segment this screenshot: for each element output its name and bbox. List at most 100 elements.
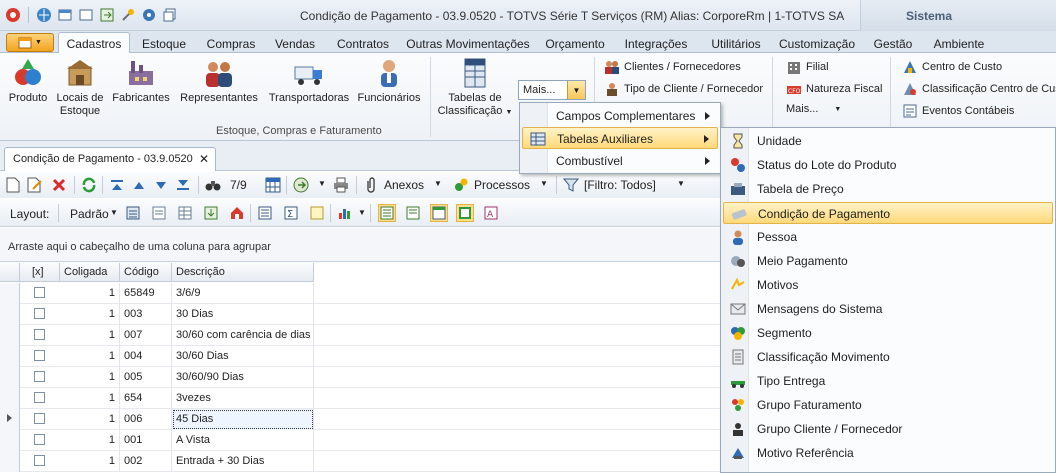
row-indicator[interactable] [0, 346, 20, 367]
table-row[interactable]: 1 003 30 Dias [0, 304, 720, 325]
close-icon[interactable]: ✕ [199, 152, 209, 166]
mais-combo[interactable]: Mais... ▼ [518, 80, 586, 100]
cell-descricao[interactable]: 30/60/90 Dias [172, 367, 314, 388]
tab-utilitarios[interactable]: Utilitários [702, 34, 770, 53]
column-header-descricao[interactable]: Descrição [172, 263, 314, 282]
table-row-selected[interactable]: 1 006 45 Dias [0, 409, 720, 430]
application-menu-button[interactable]: ▼ [6, 33, 54, 52]
row-indicator[interactable] [0, 451, 20, 472]
delete-icon[interactable] [50, 176, 68, 194]
cell-descricao[interactable]: 3/6/9 [172, 283, 314, 304]
row-indicator[interactable] [0, 283, 20, 304]
menu-item-unidade[interactable]: Unidade [723, 130, 1053, 152]
menu-item-tabela-preco[interactable]: Tabela de Preço [723, 178, 1053, 200]
layout-select[interactable]: Padrão [70, 207, 109, 221]
table-row[interactable]: 1 002 Entrada + 30 Dias [0, 451, 720, 472]
cell-coligada[interactable]: 1 [60, 388, 120, 409]
sum-icon[interactable]: Σ [282, 204, 300, 222]
cell-coligada[interactable]: 1 [60, 409, 120, 430]
edit-record-icon[interactable] [26, 176, 44, 194]
view-grid-icon[interactable] [378, 204, 396, 222]
cell-coligada[interactable]: 1 [60, 283, 120, 304]
app-logo-icon[interactable] [4, 6, 22, 24]
menu-item-motivos[interactable]: Motivos [723, 274, 1053, 296]
cell-coligada[interactable]: 1 [60, 430, 120, 451]
binoculars-icon[interactable] [204, 176, 222, 194]
cell-codigo[interactable]: 006 [120, 409, 172, 430]
mais-small-button[interactable]: Mais... ▼ [786, 103, 841, 115]
row-checkbox[interactable] [34, 329, 45, 340]
chevron-down-icon[interactable]: ▼ [318, 179, 326, 188]
anexos-button[interactable]: Anexos [384, 178, 424, 192]
cell-descricao[interactable]: 30/60 Dias [172, 346, 314, 367]
menu-item-motivo-referencia[interactable]: Motivo Referência [723, 442, 1053, 464]
cell-coligada[interactable]: 1 [60, 325, 120, 346]
tab-vendas[interactable]: Vendas [268, 34, 322, 53]
menu-item-classificacao-movimento[interactable]: Classificação Movimento [723, 346, 1053, 368]
row-checkbox[interactable] [34, 455, 45, 466]
document-tab[interactable]: Condição de Pagamento - 03.9.0520 ✕ [4, 147, 216, 171]
representantes-button[interactable]: Representantes [178, 57, 260, 105]
cell-codigo[interactable]: 002 [120, 451, 172, 472]
cell-coligada[interactable]: 1 [60, 367, 120, 388]
refresh-icon[interactable] [80, 176, 98, 194]
transportadoras-button[interactable]: Transportadoras [266, 57, 352, 105]
print-icon[interactable] [332, 176, 350, 194]
row-checkbox[interactable] [34, 413, 45, 424]
cell-descricao[interactable]: A Vista [172, 430, 314, 451]
eventos-contabeis-button[interactable]: Eventos Contábeis [902, 103, 1014, 119]
classificacao-centro-custo-button[interactable]: Classificação Centro de Cus [902, 81, 1056, 97]
centro-custo-button[interactable]: Centro de Custo [902, 59, 1002, 75]
cell-codigo[interactable]: 004 [120, 346, 172, 367]
menu-item-mensagens-sistema[interactable]: Mensagens do Sistema [723, 298, 1053, 320]
calendar-grid-icon[interactable] [264, 176, 282, 194]
view-split-icon[interactable] [456, 204, 474, 222]
row-checkbox[interactable] [34, 434, 45, 445]
tab-cadastros[interactable]: Cadastros [58, 32, 130, 54]
view-list-icon[interactable] [404, 204, 422, 222]
export-icon[interactable] [98, 6, 116, 24]
cell-codigo[interactable]: 003 [120, 304, 172, 325]
chart-icon[interactable] [336, 204, 354, 222]
clientes-fornecedores-button[interactable]: Clientes / Fornecedores [604, 59, 741, 75]
layout-home-icon[interactable] [228, 204, 246, 222]
row-checkbox[interactable] [34, 392, 45, 403]
chevron-down-icon[interactable]: ▼ [567, 81, 585, 99]
processos-button[interactable]: Processos [474, 178, 530, 192]
menu-item-campos-complementares[interactable]: Campos Complementares [522, 105, 718, 127]
globe-icon[interactable] [35, 6, 53, 24]
tab-estoque[interactable]: Estoque [135, 34, 193, 53]
table-row[interactable]: 1 65849 3/6/9 [0, 283, 720, 304]
menu-item-tabelas-auxiliares[interactable]: Tabelas Auxiliares [522, 127, 718, 149]
tools-icon[interactable] [119, 6, 137, 24]
filial-button[interactable]: Filial [786, 59, 829, 75]
cell-codigo[interactable]: 005 [120, 367, 172, 388]
previous-record-icon[interactable] [130, 176, 148, 194]
cell-descricao[interactable]: 45 Dias [172, 409, 314, 430]
chevron-down-icon[interactable]: ▼ [540, 179, 548, 188]
cell-codigo[interactable]: 007 [120, 325, 172, 346]
new-record-icon[interactable] [4, 176, 22, 194]
layout-import-icon[interactable] [202, 204, 220, 222]
table-row[interactable]: 1 654 3vezes [0, 388, 720, 409]
layout-save-icon[interactable] [124, 204, 142, 222]
cell-codigo[interactable]: 65849 [120, 283, 172, 304]
menu-item-tipo-entrega[interactable]: Tipo Entrega [723, 370, 1053, 392]
column-header-codigo[interactable]: Código [120, 263, 172, 282]
tabelas-classificacao-button[interactable]: Tabelas de Classificação ▼ [436, 57, 514, 119]
table-row[interactable]: 1 007 30/60 com carência de dias [0, 325, 720, 346]
cell-codigo[interactable]: 001 [120, 430, 172, 451]
next-record-icon[interactable] [152, 176, 170, 194]
chevron-down-icon[interactable]: ▼ [358, 208, 366, 217]
produto-button[interactable]: Produto [6, 57, 50, 105]
row-checkbox[interactable] [34, 287, 45, 298]
table-row[interactable]: 1 001 A Vista [0, 430, 720, 451]
cell-coligada[interactable]: 1 [60, 346, 120, 367]
actions-icon[interactable] [292, 176, 310, 194]
network-icon[interactable] [140, 6, 158, 24]
menu-item-pessoa[interactable]: Pessoa [723, 226, 1053, 248]
row-checkbox[interactable] [34, 350, 45, 361]
row-indicator[interactable] [0, 409, 20, 430]
row-indicator[interactable] [0, 430, 20, 451]
form-view-icon[interactable] [256, 204, 274, 222]
